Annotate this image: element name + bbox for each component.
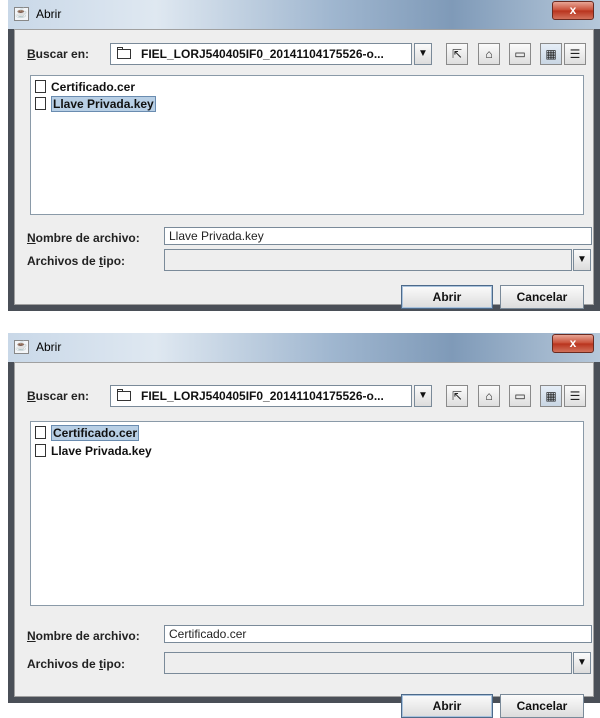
folder-icon [117, 389, 131, 401]
home-icon[interactable]: ⌂ [478, 385, 500, 407]
file-type-combo[interactable] [164, 652, 572, 674]
file-name-label: Nombre de archivo: [27, 231, 140, 245]
new-folder-icon[interactable]: ▭ [509, 43, 531, 65]
look-in-dropdown-button[interactable]: ▼ [414, 385, 432, 407]
list-view-icon[interactable]: ▦ [540, 385, 562, 407]
look-in-value: FIEL_LORJ540405IF0_20141104175526-o... [141, 389, 384, 403]
file-name-field[interactable]: Certificado.cer [164, 625, 592, 643]
file-type-label: Archivos de tipo: [27, 254, 126, 268]
open-button[interactable]: Abrir [401, 694, 493, 718]
file-type-label: Archivos de tipo: [27, 657, 126, 671]
look-in-combo[interactable]: FIEL_LORJ540405IF0_20141104175526-o... [110, 385, 412, 407]
cancel-button[interactable]: Cancelar [500, 285, 584, 309]
file-list[interactable]: Certificado.cer Llave Privada.key [30, 75, 584, 215]
up-folder-icon[interactable]: ⇱ [446, 43, 468, 65]
file-type-combo[interactable] [164, 249, 572, 271]
file-icon [35, 80, 46, 93]
java-app-icon: ☕ [14, 340, 29, 354]
dialog-title: Abrir [36, 340, 62, 354]
list-item[interactable]: Certificado.cer [35, 80, 135, 97]
dialog-body: Buscar en: FIEL_LORJ540405IF0_2014110417… [14, 362, 594, 718]
file-type-dropdown-button[interactable]: ▼ [573, 249, 591, 271]
look-in-dropdown-button[interactable]: ▼ [414, 43, 432, 65]
details-view-icon[interactable]: ☰ [564, 385, 586, 407]
look-in-value: FIEL_LORJ540405IF0_20141104175526-o... [141, 47, 384, 61]
list-view-icon[interactable]: ▦ [540, 43, 562, 65]
title-bar[interactable]: ☕ Abrir x [8, 0, 600, 29]
open-dialog-2: ☕ Abrir x Buscar en: FIEL_LORJ540405IF0_… [8, 333, 600, 718]
dialog-body: Buscar en: FIEL_LORJ540405IF0_2014110417… [14, 29, 594, 309]
open-button[interactable]: Abrir [401, 285, 493, 309]
file-name-label: Nombre de archivo: [27, 629, 140, 643]
list-item[interactable]: Certificado.cer [35, 425, 140, 443]
folder-icon [117, 47, 131, 59]
list-item[interactable]: Llave Privada.key [35, 444, 152, 461]
home-icon[interactable]: ⌂ [478, 43, 500, 65]
look-in-combo[interactable]: FIEL_LORJ540405IF0_20141104175526-o... [110, 43, 412, 65]
file-icon [35, 444, 46, 457]
file-name-field[interactable]: Llave Privada.key [164, 227, 592, 245]
file-list[interactable]: Certificado.cer Llave Privada.key [30, 421, 584, 606]
file-icon [35, 426, 46, 439]
close-button[interactable]: x [552, 334, 594, 353]
file-type-dropdown-button[interactable]: ▼ [573, 652, 591, 674]
cancel-button[interactable]: Cancelar [500, 694, 584, 718]
up-folder-icon[interactable]: ⇱ [446, 385, 468, 407]
look-in-label: Buscar en: [27, 389, 90, 403]
file-icon [35, 97, 46, 110]
open-dialog-1: ☕ Abrir x Buscar en: FIEL_LORJ540405IF0_… [8, 0, 600, 311]
new-folder-icon[interactable]: ▭ [509, 385, 531, 407]
dialog-title: Abrir [36, 7, 62, 21]
java-app-icon: ☕ [14, 7, 29, 21]
list-item[interactable]: Llave Privada.key [35, 96, 156, 114]
details-view-icon[interactable]: ☰ [564, 43, 586, 65]
title-bar[interactable]: ☕ Abrir x [8, 333, 600, 362]
look-in-label: Buscar en: [27, 47, 90, 61]
close-button[interactable]: x [552, 1, 594, 20]
